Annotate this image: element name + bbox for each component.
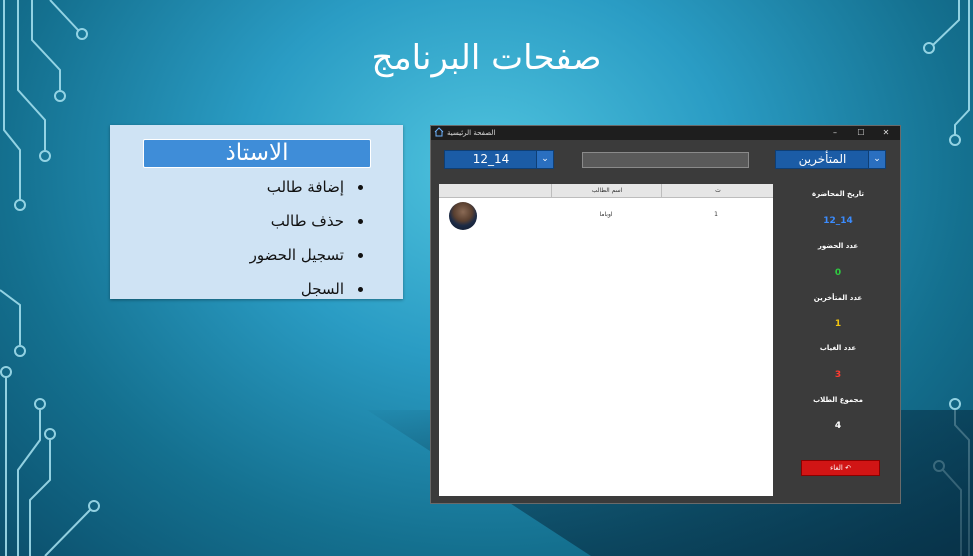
lecture-date-label: تاريخ المحاضرة bbox=[811, 190, 865, 198]
date-dropdown-value: 12_14 bbox=[472, 152, 510, 166]
cancel-button-label: الغاء bbox=[830, 464, 843, 472]
absent-count-value: 3 bbox=[834, 370, 842, 380]
table-header-photo bbox=[439, 184, 551, 197]
list-item-label: إضافة طالب bbox=[266, 178, 344, 196]
students-table: اسم الطالب ت اوباما 1 bbox=[439, 184, 773, 496]
bullet-icon bbox=[358, 185, 363, 190]
maximize-button[interactable]: ☐ bbox=[850, 126, 872, 140]
list-item-label: السجل bbox=[300, 280, 344, 298]
list-item-label: حذف طالب bbox=[270, 212, 344, 230]
app-window: الصفحة الرئيسية – ☐ ✕ 12_14 ⌄ المتأخرين … bbox=[430, 125, 901, 504]
absent-count-label: عدد الغياب bbox=[819, 344, 857, 352]
circuit-decoration-left bbox=[0, 0, 100, 556]
total-count-label: مجموع الطلاب bbox=[813, 396, 863, 404]
late-count-label: عدد المتأخرين bbox=[813, 294, 863, 302]
chevron-down-icon[interactable]: ⌄ bbox=[536, 151, 553, 168]
cancel-button[interactable]: الغاء ↶ bbox=[801, 460, 880, 476]
present-count-value: 0 bbox=[834, 268, 842, 278]
window-title: الصفحة الرئيسية bbox=[447, 129, 496, 137]
table-header-number: ت bbox=[661, 184, 774, 197]
table-header: اسم الطالب ت bbox=[439, 184, 773, 198]
home-icon bbox=[434, 127, 444, 137]
chevron-down-icon[interactable]: ⌄ bbox=[868, 151, 885, 168]
search-input[interactable] bbox=[582, 152, 749, 168]
close-button[interactable]: ✕ bbox=[875, 126, 897, 140]
teacher-panel-header: الاستاذ bbox=[143, 139, 371, 168]
date-dropdown[interactable]: 12_14 ⌄ bbox=[444, 150, 554, 169]
table-header-name: اسم الطالب bbox=[551, 184, 662, 197]
filter-dropdown[interactable]: المتأخرين ⌄ bbox=[775, 150, 886, 169]
present-count-label: عدد الحضور bbox=[817, 242, 859, 250]
slide-title: صفحات البرنامج bbox=[371, 38, 602, 78]
filter-dropdown-value: المتأخرين bbox=[798, 152, 847, 166]
window-titlebar: الصفحة الرئيسية – ☐ ✕ bbox=[431, 126, 900, 140]
undo-arrow-icon: ↶ bbox=[845, 464, 851, 472]
bullet-icon bbox=[358, 253, 363, 258]
student-number-cell: 1 bbox=[714, 211, 718, 218]
list-item: حذف طالب bbox=[250, 211, 363, 245]
list-item: تسجيل الحضور bbox=[250, 245, 363, 279]
bullet-icon bbox=[358, 219, 363, 224]
student-photo bbox=[449, 202, 477, 230]
minimize-button[interactable]: – bbox=[824, 126, 846, 140]
lecture-date-value: 12_14 bbox=[823, 216, 853, 226]
student-name-cell: اوباما bbox=[599, 211, 613, 218]
list-item: السجل bbox=[250, 279, 363, 313]
list-item-label: تسجيل الحضور bbox=[249, 246, 344, 264]
list-item: إضافة طالب bbox=[250, 177, 363, 211]
late-count-value: 1 bbox=[834, 319, 842, 329]
teacher-feature-list: إضافة طالب حذف طالب تسجيل الحضور السجل bbox=[250, 177, 363, 313]
bullet-icon bbox=[358, 287, 363, 292]
total-count-value: 4 bbox=[834, 421, 842, 431]
teacher-panel: الاستاذ إضافة طالب حذف طالب تسجيل الحضور… bbox=[110, 125, 403, 299]
